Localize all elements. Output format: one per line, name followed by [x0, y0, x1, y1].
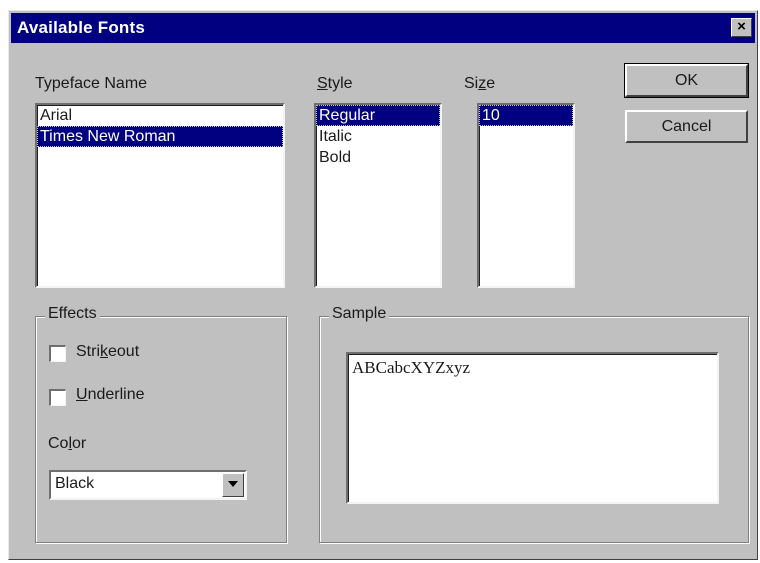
strikeout-label-mnemonic: k [100, 343, 108, 360]
close-icon: × [737, 18, 746, 35]
underline-label-mnemonic: U [76, 386, 88, 403]
color-label-pre: Co [48, 435, 69, 452]
style-item-bold[interactable]: Bold [316, 147, 440, 168]
triangle-down-icon [228, 481, 238, 487]
available-fonts-dialog: Available Fonts × Typeface Name Arial Ti… [8, 10, 758, 560]
title-bar[interactable]: Available Fonts × [11, 13, 755, 43]
typeface-listbox[interactable]: Arial Times New Roman [35, 103, 285, 288]
color-label-post: or [72, 435, 87, 452]
effects-group-title: Effects [45, 305, 100, 323]
underline-label-post: nderline [87, 386, 145, 403]
dialog-title: Available Fonts [17, 18, 146, 37]
style-label: Style [317, 75, 353, 93]
size-listbox[interactable]: 10 [477, 103, 575, 288]
style-listbox[interactable]: Regular Italic Bold [314, 103, 442, 288]
style-label-mnemonic: S [317, 75, 328, 92]
strikeout-checkbox[interactable] [49, 345, 66, 362]
underline-label[interactable]: Underline [76, 386, 145, 404]
typeface-item-times-new-roman[interactable]: Times New Roman [37, 126, 283, 147]
effects-group [35, 316, 287, 543]
typeface-name-label: Typeface Name [35, 75, 148, 92]
sample-preview: ABCabcXYZxyz [346, 352, 719, 504]
style-item-regular[interactable]: Regular [316, 105, 440, 126]
underline-checkbox[interactable] [49, 389, 66, 406]
size-label-post: e [486, 75, 496, 92]
color-dropdown-value: Black [55, 475, 95, 492]
size-label-pre: Si [464, 75, 479, 92]
style-label-rest: tyle [327, 75, 353, 92]
color-label: Color [48, 435, 86, 453]
sample-group-title: Sample [329, 305, 390, 323]
sample-preview-text: ABCabcXYZxyz [352, 358, 471, 377]
size-item-10[interactable]: 10 [479, 105, 573, 126]
close-button[interactable]: × [731, 18, 752, 37]
color-dropdown[interactable]: Black [49, 470, 247, 500]
size-label: Size [464, 75, 495, 93]
typeface-item-arial[interactable]: Arial [37, 105, 283, 126]
strikeout-label-pre: Stri [76, 343, 100, 360]
style-item-italic[interactable]: Italic [316, 126, 440, 147]
ok-button[interactable]: OK [624, 63, 749, 98]
cancel-button[interactable]: Cancel [625, 110, 748, 143]
strikeout-label-post: eout [108, 343, 140, 360]
color-dropdown-arrow[interactable] [222, 473, 244, 497]
strikeout-label[interactable]: Strikeout [76, 343, 139, 361]
